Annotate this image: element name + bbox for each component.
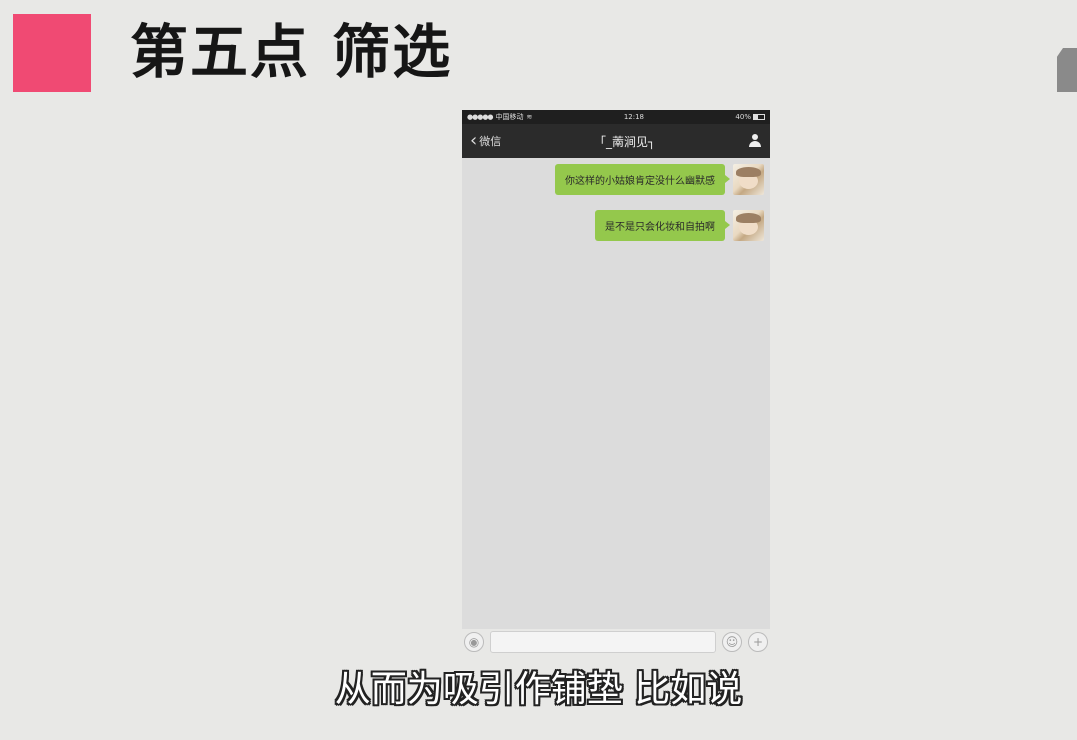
chat-area: 你这样的小姑娘肯定没什么幽默感 是不是只会化妆和自拍啊	[462, 158, 770, 630]
chat-input-bar: ◉ ☺ +	[462, 629, 770, 655]
message-row: 你这样的小姑娘肯定没什么幽默感	[555, 164, 764, 195]
battery-icon	[752, 114, 765, 120]
signal-icon: ●●●●●	[467, 113, 494, 121]
video-subtitle: 从而为吸引作铺垫 比如说	[334, 669, 743, 710]
phone-screenshot: ●●●●● 中国移动 ≋ 12:18 40% ‹ 微信 「_萳涧见┐ 你这样的小…	[462, 110, 770, 655]
message-bubble[interactable]: 你这样的小姑娘肯定没什么幽默感	[555, 164, 730, 195]
contact-profile-icon[interactable]	[748, 134, 762, 148]
chat-nav-bar: ‹ 微信 「_萳涧见┐	[462, 124, 770, 158]
message-row: 是不是只会化妆和自拍啊	[595, 210, 764, 241]
title-accent-block	[13, 14, 91, 92]
battery-indicator: 40%	[735, 113, 765, 121]
message-input[interactable]	[490, 631, 716, 653]
avatar[interactable]	[733, 164, 764, 195]
emoji-icon[interactable]: ☺	[722, 632, 742, 652]
chat-title: 「_萳涧见┐	[593, 134, 656, 149]
message-bubble[interactable]: 是不是只会化妆和自拍啊	[595, 210, 730, 241]
chevron-left-icon: ‹	[470, 130, 478, 151]
wifi-icon: ≋	[526, 113, 533, 121]
status-left: ●●●●● 中国移动 ≋	[467, 112, 532, 122]
voice-icon[interactable]: ◉	[464, 632, 484, 652]
contact-body	[749, 141, 761, 147]
corner-decoration	[1057, 48, 1077, 92]
carrier-label: 中国移动	[495, 113, 524, 121]
contact-head	[752, 134, 758, 140]
slide-title: 第五点 筛选	[130, 18, 453, 86]
status-bar: ●●●●● 中国移动 ≋ 12:18 40%	[462, 110, 770, 124]
plus-icon[interactable]: +	[748, 632, 768, 652]
battery-percent: 40%	[735, 113, 751, 121]
back-label: 微信	[479, 135, 502, 148]
avatar[interactable]	[733, 210, 764, 241]
status-time: 12:18	[623, 113, 645, 121]
back-button[interactable]: ‹ 微信	[470, 132, 501, 150]
